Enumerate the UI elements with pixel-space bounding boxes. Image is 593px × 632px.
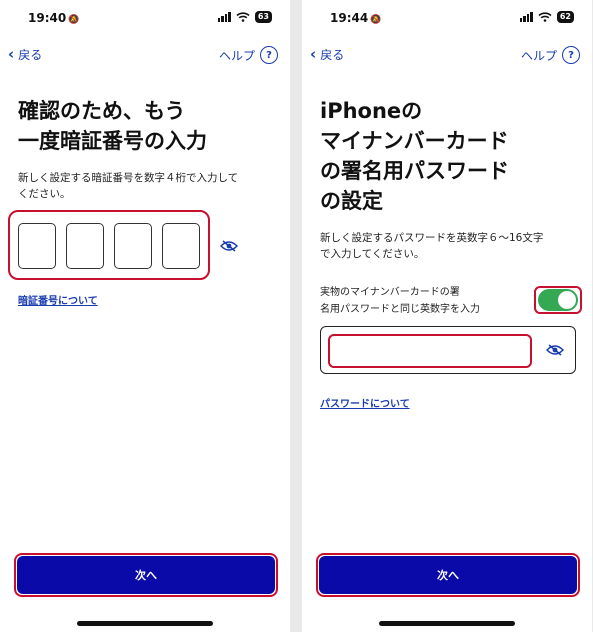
screen-pin-confirm: 19:40 🔕 63 ‹ 戻る ヘルプ ? 確認のため、もう 一度暗証番号の入力 … [0, 0, 290, 632]
signal-icon [217, 12, 231, 22]
battery-icon: 63 [254, 11, 272, 23]
back-button[interactable]: ‹ 戻る [8, 46, 42, 63]
battery-icon: 62 [556, 11, 574, 23]
status-indicators: 63 [217, 11, 272, 23]
chevron-left-icon: ‹ [8, 45, 15, 63]
pin-digit-3[interactable] [114, 223, 152, 269]
page-title: iPhoneの マイナンバーカード の署名用パスワード の設定 [320, 99, 509, 213]
back-button[interactable]: ‹ 戻る [310, 46, 344, 63]
nav-bar: ‹ 戻る ヘルプ ? [302, 46, 592, 68]
screen-password-setup: 19:44 🔕 62 ‹ 戻る ヘルプ ? iPhoneの マイナンバーカード の… [302, 0, 592, 632]
signal-icon [519, 12, 533, 22]
help-label: ヘルプ [218, 48, 255, 63]
pin-digit-2[interactable] [66, 223, 104, 269]
page-description: 新しく設定する暗証番号を数字４桁で入力して ください。 [18, 172, 239, 200]
wifi-icon [236, 12, 250, 22]
pin-digit-4[interactable] [162, 223, 200, 269]
home-indicator [77, 621, 213, 626]
same-password-toggle[interactable] [538, 289, 578, 311]
question-circle-icon: ? [260, 46, 278, 64]
page-title: 確認のため、もう 一度暗証番号の入力 [18, 99, 207, 153]
same-password-toggle-label: 実物のマイナンバーカードの署 名用パスワードと同じ英数字を入力 [320, 287, 480, 315]
next-button[interactable]: 次へ [319, 556, 577, 594]
about-password-link[interactable]: パスワードについて [320, 395, 410, 410]
eye-slash-icon[interactable] [220, 240, 238, 252]
page-description: 新しく設定するパスワードを英数字６〜16文字 で入力してください。 [320, 232, 544, 260]
home-indicator [379, 621, 515, 626]
pin-digit-1[interactable] [18, 223, 56, 269]
help-button[interactable]: ヘルプ ? [219, 46, 278, 64]
help-label: ヘルプ [520, 48, 557, 63]
chevron-left-icon: ‹ [310, 45, 317, 63]
status-time: 19:44 🔕 [330, 11, 382, 25]
status-time: 19:40 🔕 [28, 11, 80, 25]
nav-bar: ‹ 戻る ヘルプ ? [0, 46, 290, 68]
silent-bell-icon: 🔕 [370, 15, 382, 25]
next-button[interactable]: 次へ [17, 556, 275, 594]
back-label: 戻る [320, 48, 345, 62]
status-indicators: 62 [519, 11, 574, 23]
status-bar: 19:44 🔕 62 [302, 8, 592, 30]
toggle-knob [558, 291, 576, 309]
question-circle-icon: ? [562, 46, 580, 64]
eye-slash-icon[interactable] [546, 344, 564, 356]
help-button[interactable]: ヘルプ ? [521, 46, 580, 64]
back-label: 戻る [18, 48, 43, 62]
silent-bell-icon: 🔕 [68, 15, 80, 25]
wifi-icon [538, 12, 552, 22]
about-pin-link[interactable]: 暗証番号について [18, 292, 98, 307]
password-input[interactable] [328, 334, 532, 368]
status-bar: 19:40 🔕 63 [0, 8, 290, 30]
